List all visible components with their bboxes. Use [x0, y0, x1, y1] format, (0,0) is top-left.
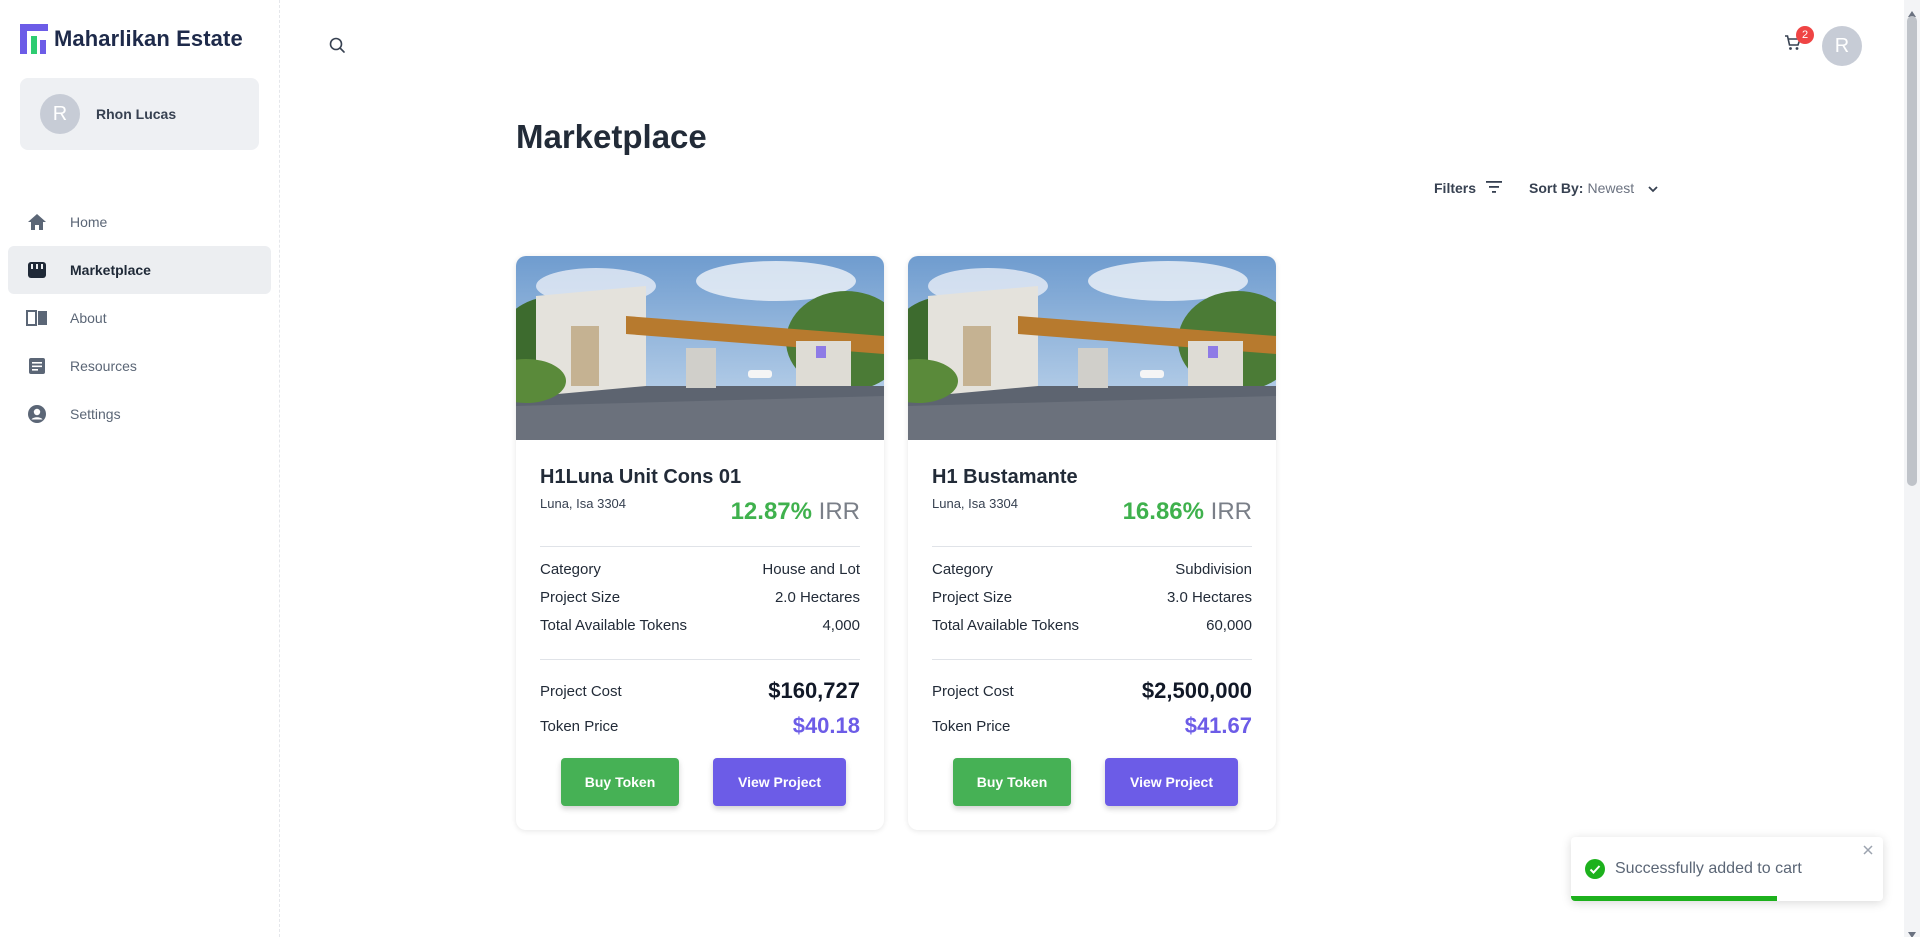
project-size-label: Project Size — [540, 589, 621, 606]
sidebar-item-label: Resources — [70, 358, 137, 374]
project-size-row: Project Size 3.0 Hectares — [932, 589, 1252, 606]
available-tokens-value: 4,000 — [822, 617, 860, 634]
project-location: Luna, Isa 3304 — [932, 496, 1019, 511]
category-row: Category House and Lot — [540, 561, 860, 578]
irr-percent: 12.87% — [730, 498, 812, 525]
toast-message: Successfully added to cart — [1615, 860, 1802, 877]
home-icon — [26, 211, 48, 233]
filters-button[interactable]: Filters — [1434, 180, 1503, 196]
scroll-up-arrow-icon[interactable] — [1908, 4, 1916, 17]
project-image — [516, 256, 884, 440]
close-icon[interactable] — [1861, 843, 1875, 857]
book-icon — [26, 307, 48, 329]
project-size-label: Project Size — [932, 589, 1013, 606]
scroll-thumb[interactable] — [1907, 16, 1917, 486]
search-icon[interactable] — [328, 36, 350, 58]
available-tokens-row: Total Available Tokens 60,000 — [932, 617, 1252, 634]
sort-label: Sort By: — [1529, 180, 1584, 196]
app-name: Maharlikan Estate — [54, 26, 243, 51]
available-tokens-label: Total Available Tokens — [932, 617, 1080, 634]
sidebar-item-label: Home — [70, 214, 108, 230]
logo-mark-icon — [20, 24, 48, 54]
token-price-value: $40.18 — [792, 713, 860, 738]
category-value: Subdivision — [1175, 561, 1252, 578]
chevron-down-icon — [1648, 180, 1658, 196]
sidebar-nav: Home Marketplace About Resources Setting… — [8, 198, 271, 438]
project-cost-row: Project Cost $160,727 — [540, 678, 860, 704]
available-tokens-label: Total Available Tokens — [540, 617, 688, 634]
category-row: Category Subdivision — [932, 561, 1252, 578]
card-divider — [540, 659, 860, 660]
toast-progress-bar — [1571, 896, 1777, 901]
project-cost-value: $2,500,000 — [1141, 678, 1252, 703]
card-divider — [540, 546, 860, 547]
token-price-label: Token Price — [540, 717, 619, 735]
project-location: Luna, Isa 3304 — [540, 496, 627, 511]
sidebar-item-label: Marketplace — [70, 262, 151, 278]
token-price-value: $41.67 — [1184, 713, 1252, 738]
user-name: Rhon Lucas — [96, 106, 177, 122]
card-divider — [932, 659, 1252, 660]
irr-label: IRR — [1210, 498, 1252, 525]
category-label: Category — [540, 561, 601, 578]
project-cost-label: Project Cost — [932, 682, 1014, 700]
project-size-value: 3.0 Hectares — [1166, 589, 1252, 606]
project-size-value: 2.0 Hectares — [774, 589, 860, 606]
project-cost-value: $160,727 — [768, 678, 860, 703]
token-price-label: Token Price — [932, 717, 1011, 735]
project-card: H1Luna Unit Cons 01 Luna, Isa 3304 12.87% … — [516, 256, 884, 830]
view-project-button[interactable]: View Project — [713, 758, 846, 806]
available-tokens-row: Total Available Tokens 4,000 — [540, 617, 860, 634]
token-price-row: Token Price $41.67 — [932, 713, 1252, 739]
token-price-row: Token Price $40.18 — [540, 713, 860, 739]
project-title: H1Luna Unit Cons 01 — [540, 466, 742, 488]
sidebar-item-home[interactable]: Home — [8, 198, 271, 246]
cart-count-badge: 2 — [1796, 26, 1814, 44]
document-icon — [26, 355, 48, 377]
project-image — [908, 256, 1276, 440]
header-avatar[interactable]: R — [1822, 26, 1862, 66]
project-cost-row: Project Cost $2,500,000 — [932, 678, 1252, 704]
sidebar-item-about[interactable]: About — [8, 294, 271, 342]
view-project-button[interactable]: View Project — [1105, 758, 1238, 806]
project-title: H1 Bustamante — [932, 466, 1078, 488]
sidebar-item-resources[interactable]: Resources — [8, 342, 271, 390]
irr-percent: 16.86% — [1122, 498, 1204, 525]
buy-token-button[interactable]: Buy Token — [953, 758, 1071, 806]
sort-value: Newest — [1587, 180, 1635, 196]
available-tokens-value: 60,000 — [1206, 617, 1252, 634]
project-cost-label: Project Cost — [540, 682, 622, 700]
sidebar-item-label: About — [70, 310, 107, 326]
sidebar-item-label: Settings — [70, 406, 121, 422]
user-card[interactable]: R Rhon Lucas — [20, 78, 259, 150]
project-size-row: Project Size 2.0 Hectares — [540, 589, 860, 606]
user-avatar: R — [40, 94, 80, 134]
irr-value: 12.87% IRR — [731, 498, 860, 526]
sidebar-item-marketplace[interactable]: Marketplace — [8, 246, 271, 294]
store-icon — [26, 259, 48, 281]
app-logo[interactable]: Maharlikan Estate — [20, 24, 243, 54]
sidebar: Maharlikan Estate R Rhon Lucas Home Mark… — [0, 0, 280, 937]
account-circle-icon — [26, 403, 48, 425]
filters-label: Filters — [1434, 180, 1477, 196]
category-value: House and Lot — [762, 561, 860, 578]
toast-notification: Successfully added to cart — [1571, 837, 1883, 901]
category-label: Category — [932, 561, 993, 578]
irr-label: IRR — [818, 498, 860, 525]
page-title: Marketplace — [516, 118, 707, 155]
buy-token-button[interactable]: Buy Token — [561, 758, 679, 806]
page-scrollbar[interactable] — [1904, 0, 1920, 937]
scroll-down-arrow-icon[interactable] — [1908, 925, 1916, 937]
filter-icon — [1486, 180, 1503, 196]
project-card: H1 Bustamante Luna, Isa 3304 16.86% IRR Cat… — [908, 256, 1276, 830]
check-circle-icon — [1585, 859, 1605, 879]
sidebar-item-settings[interactable]: Settings — [8, 390, 271, 438]
card-divider — [932, 546, 1252, 547]
sort-dropdown[interactable]: Sort By: Newest — [1529, 180, 1658, 196]
irr-value: 16.86% IRR — [1123, 498, 1252, 526]
